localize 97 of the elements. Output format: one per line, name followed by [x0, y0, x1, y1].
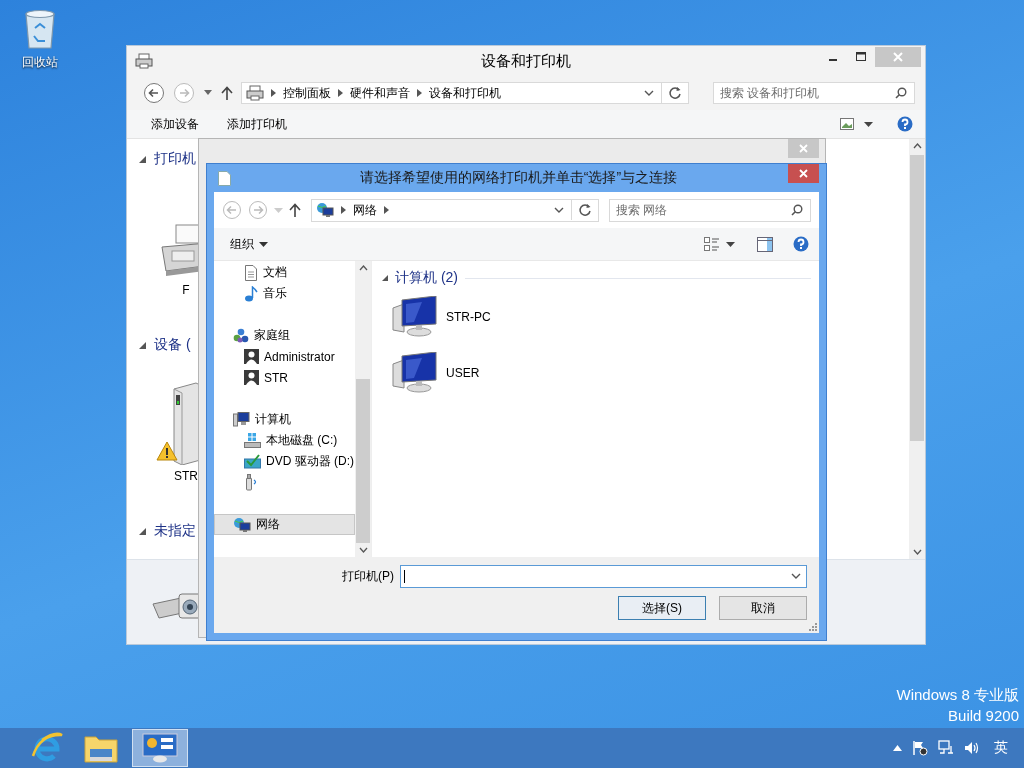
scroll-up-icon[interactable]: [912, 143, 922, 149]
search-icon: [791, 204, 803, 216]
dropdown-caret-icon[interactable]: [726, 241, 735, 247]
scrollbar[interactable]: [909, 139, 925, 559]
chevron-icon[interactable]: [417, 89, 422, 97]
chevron-icon[interactable]: [384, 206, 389, 214]
computer-name[interactable]: USER: [446, 366, 480, 380]
tree-item[interactable]: 文档: [214, 262, 355, 283]
up-arrow-icon[interactable]: [221, 86, 233, 100]
dropdown-caret-icon[interactable]: [203, 90, 213, 96]
chevron-icon[interactable]: [338, 89, 343, 97]
dialog-button[interactable]: 取消: [719, 596, 807, 620]
device-label[interactable]: STR: [174, 469, 198, 483]
address-bar[interactable]: 控制面板 硬件和声音 设备和打印机: [241, 82, 689, 104]
tree-item[interactable]: 计算机: [214, 409, 355, 430]
toolbar-button[interactable]: 添加打印机: [227, 115, 287, 133]
breadcrumb-link[interactable]: 设备和打印机: [429, 84, 501, 102]
group-heading: 打印机: [154, 150, 196, 168]
chevron-icon[interactable]: [271, 89, 276, 97]
breadcrumb-link[interactable]: 硬件和声音: [350, 84, 410, 102]
input-language-indicator[interactable]: 英: [994, 739, 1008, 757]
control-panel-icon: [142, 733, 178, 763]
disk-drive-icon: [244, 433, 261, 448]
network-status-icon[interactable]: [938, 740, 954, 756]
dvd-drive-icon: [244, 454, 261, 469]
folder-icon: [84, 733, 118, 763]
chevron-down-icon[interactable]: [791, 573, 801, 580]
printer-label: 打印机(P): [342, 568, 394, 585]
scrollbar[interactable]: [355, 261, 371, 557]
tree-item[interactable]: Administrator: [214, 346, 355, 367]
breadcrumb-link[interactable]: 网络: [353, 201, 377, 219]
dialog-title: 请选择希望使用的网络打印机并单击“选择”与之连接: [358, 169, 679, 187]
network-icon: [316, 202, 334, 218]
printer-icon: [135, 53, 153, 69]
chevron-down-icon[interactable]: [554, 206, 564, 214]
computer-monitor-icon[interactable]: [392, 352, 438, 394]
address-bar[interactable]: 网络: [311, 198, 599, 222]
network-icon: [233, 516, 251, 533]
browser-icon: [30, 732, 64, 764]
organize-menu[interactable]: 组织: [226, 233, 272, 255]
expand-triangle-icon[interactable]: [139, 341, 146, 349]
scrollbar-thumb[interactable]: [356, 379, 370, 543]
group-heading: 未指定: [154, 522, 196, 540]
resize-grip-icon[interactable]: [809, 623, 817, 631]
dropdown-caret-icon[interactable]: [864, 121, 873, 127]
details-view-icon[interactable]: [704, 236, 720, 252]
preview-pane-icon[interactable]: [757, 236, 773, 252]
group-heading[interactable]: 计算机 (2): [395, 269, 458, 287]
scroll-up-icon[interactable]: [358, 265, 368, 271]
recycle-bin-label[interactable]: 回收站: [22, 54, 58, 71]
edition-text: Windows 8 专业版: [896, 685, 1019, 705]
dialog-button[interactable]: 选择(S): [618, 596, 706, 620]
tree-item[interactable]: 本地磁盘 (C:): [214, 430, 355, 451]
computer-name[interactable]: STR-PC: [446, 310, 491, 324]
group-heading: 设备 (: [154, 336, 191, 354]
build-text: Build 9200: [948, 706, 1019, 726]
show-hidden-icons-icon[interactable]: [893, 745, 902, 751]
tree-item[interactable]: 音乐: [214, 283, 355, 304]
expand-triangle-icon[interactable]: [139, 527, 146, 535]
user-silhouette-icon: [244, 370, 259, 385]
scroll-down-icon[interactable]: [358, 547, 368, 553]
expand-triangle-icon[interactable]: [382, 275, 388, 281]
computer-icon: [233, 412, 250, 427]
view-icon[interactable]: [840, 118, 854, 130]
homegroup-icon: [233, 327, 249, 344]
volume-icon[interactable]: [964, 740, 980, 756]
help-icon[interactable]: [793, 236, 809, 252]
back-icon[interactable]: [143, 82, 165, 104]
music-note-icon: [244, 285, 258, 302]
user-silhouette-icon: [244, 349, 259, 364]
tree-item[interactable]: DVD 驱动器 (D:): [214, 451, 355, 472]
window-title: 设备和打印机: [480, 51, 572, 71]
tree-item[interactable]: 网络: [214, 514, 355, 535]
tree-item[interactable]: 家庭组: [214, 325, 355, 346]
expand-triangle-icon[interactable]: [139, 155, 146, 163]
close-icon[interactable]: [788, 164, 819, 183]
printer-icon: [246, 85, 264, 101]
chevron-icon[interactable]: [341, 206, 346, 214]
search-field[interactable]: 搜索 网络: [609, 198, 811, 222]
document-icon: [244, 264, 258, 281]
help-icon[interactable]: [897, 116, 913, 132]
scrollbar-thumb[interactable]: [910, 155, 924, 441]
taskbar-button[interactable]: [132, 729, 188, 767]
document-icon: [218, 170, 231, 186]
chevron-down-icon[interactable]: [644, 89, 654, 97]
breadcrumb-link[interactable]: 控制面板: [283, 84, 331, 102]
toolbar-button[interactable]: 添加设备: [151, 115, 199, 133]
search-icon: [895, 87, 907, 99]
tree-item[interactable]: STR: [214, 367, 355, 388]
flag-icon[interactable]: [912, 740, 928, 756]
printer-combo-field[interactable]: [400, 565, 807, 588]
up-arrow-icon[interactable]: [289, 203, 301, 217]
search-field[interactable]: 搜索 设备和打印机: [713, 82, 915, 104]
dropdown-caret-icon: [259, 241, 268, 247]
scroll-down-icon[interactable]: [912, 549, 922, 555]
computer-monitor-icon[interactable]: [392, 296, 438, 338]
device-label[interactable]: F: [182, 283, 190, 297]
